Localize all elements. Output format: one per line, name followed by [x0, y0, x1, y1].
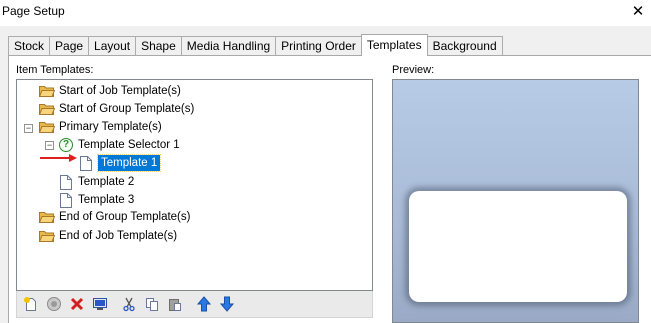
preview-label: Preview:: [392, 64, 435, 76]
tree-item-template-2[interactable]: Template 2: [60, 173, 134, 191]
move-down-icon[interactable]: [216, 293, 238, 315]
folder-open-icon: [39, 121, 55, 133]
tree-item-start-of-group[interactable]: Start of Group Template(s): [39, 100, 194, 118]
tab-shape[interactable]: Shape: [135, 36, 182, 55]
tree-item-primary-templates[interactable]: Primary Template(s): [39, 118, 162, 136]
folder-icon: [39, 230, 55, 242]
question-icon: ?: [59, 138, 73, 152]
move-up-icon[interactable]: [193, 293, 215, 315]
tree-item-label: End of Group Template(s): [59, 211, 191, 223]
tree-item-end-of-group[interactable]: End of Group Template(s): [39, 208, 190, 226]
tree-item-template-selector-1[interactable]: ? Template Selector 1: [59, 136, 180, 154]
add-selector-icon[interactable]: [43, 293, 65, 315]
tab-templates[interactable]: Templates: [360, 34, 428, 56]
folder-icon: [39, 211, 55, 223]
tree-item-label: Template Selector 1: [78, 139, 180, 151]
new-template-icon[interactable]: [20, 293, 42, 315]
templates-toolbar: [16, 291, 373, 318]
paste-icon[interactable]: [164, 293, 186, 315]
tree-item-label: Primary Template(s): [59, 121, 162, 133]
item-templates-label: Item Templates:: [16, 64, 94, 76]
tree-item-start-of-job[interactable]: Start of Job Template(s): [39, 82, 181, 100]
tree-item-end-of-job[interactable]: End of Job Template(s): [39, 227, 177, 245]
title-bar: Page Setup ✕: [0, 0, 651, 26]
folder-icon: [39, 103, 55, 115]
delete-icon[interactable]: [66, 293, 88, 315]
tree-item-template-1[interactable]: Template 1: [80, 154, 162, 172]
tab-media-handling[interactable]: Media Handling: [180, 36, 277, 55]
tab-stock[interactable]: Stock: [8, 36, 51, 55]
tree-item-label: Start of Group Template(s): [59, 103, 195, 115]
page-icon: [60, 174, 72, 190]
page-icon: [60, 192, 72, 208]
tree-item-label: Start of Job Template(s): [59, 85, 181, 97]
tab-strip: Stock Page Layout Shape Media Handling P…: [8, 34, 503, 56]
collapse-selector-icon[interactable]: −: [45, 141, 54, 150]
folder-icon: [39, 85, 55, 97]
tree-item-label-selected: Template 1: [96, 154, 162, 172]
preview-pane: [392, 79, 639, 323]
close-button[interactable]: ✕: [627, 2, 649, 22]
copy-icon[interactable]: [141, 293, 163, 315]
tree-item-template-3[interactable]: Template 3: [60, 191, 134, 209]
tree-item-label: Template 3: [78, 194, 135, 206]
template-preview-card: [409, 191, 627, 302]
properties-icon[interactable]: [89, 293, 111, 315]
collapse-primary-icon[interactable]: −: [24, 124, 33, 133]
tab-page[interactable]: Page: [49, 36, 90, 55]
tab-background[interactable]: Background: [426, 36, 503, 55]
tree-item-label: End of Job Template(s): [59, 230, 178, 242]
tab-printing-order[interactable]: Printing Order: [275, 36, 362, 55]
page-icon: [80, 155, 92, 171]
tab-layout[interactable]: Layout: [88, 36, 137, 55]
tree-item-label: Template 2: [78, 176, 135, 188]
window-title: Page Setup: [2, 4, 65, 18]
red-arrow-icon: [40, 154, 77, 162]
cut-icon[interactable]: [118, 293, 140, 315]
